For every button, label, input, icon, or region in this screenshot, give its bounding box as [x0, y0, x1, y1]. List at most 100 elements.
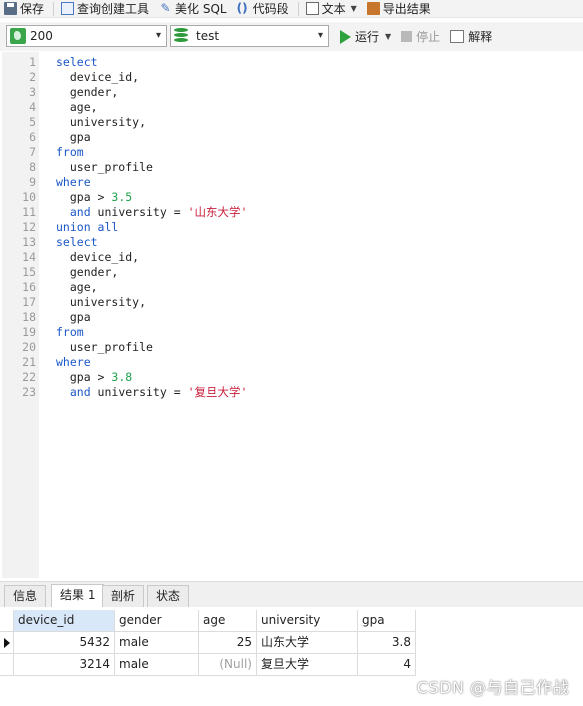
- tab-status[interactable]: 状态: [147, 585, 190, 607]
- line-number: 1: [29, 55, 36, 69]
- code-line[interactable]: 21 where: [0, 355, 583, 370]
- tab-info[interactable]: 信息: [4, 585, 47, 607]
- code-line[interactable]: 17 university,: [0, 295, 583, 310]
- code-line[interactable]: 19 from: [0, 325, 583, 340]
- column-header-gender[interactable]: gender: [115, 610, 199, 632]
- code-line[interactable]: 2 device_id,: [0, 70, 583, 85]
- database-value: test: [196, 29, 220, 43]
- code-text: from: [56, 325, 84, 340]
- code-text: user_profile: [56, 160, 153, 175]
- line-number: 5: [29, 115, 36, 129]
- cell-gender[interactable]: male: [115, 632, 199, 654]
- text-label: 文本: [321, 2, 346, 16]
- column-header-university[interactable]: university: [257, 610, 358, 632]
- cell-device-id[interactable]: 5432: [14, 632, 115, 654]
- sql-keyword: and: [56, 385, 91, 399]
- line-number: 23: [22, 385, 36, 399]
- column-header-gpa[interactable]: gpa: [358, 610, 416, 632]
- code-line[interactable]: 20 user_profile: [0, 340, 583, 355]
- sql-string: '山东大学': [187, 205, 248, 219]
- cell-gender[interactable]: male: [115, 654, 199, 676]
- explain-icon: [450, 30, 465, 43]
- main-toolbar: 保存 查询创建工具 ✎ 美化 SQL () 代码段 文本 ▼ 导出结果: [0, 0, 583, 18]
- code-line[interactable]: 9 where: [0, 175, 583, 190]
- beautify-sql-label: 美化 SQL: [175, 2, 227, 16]
- cell-gpa[interactable]: 3.8: [358, 632, 416, 654]
- line-number: 14: [22, 250, 36, 264]
- cell-age-null[interactable]: (Null): [199, 654, 257, 676]
- code-line[interactable]: 13 select: [0, 235, 583, 250]
- cell-university[interactable]: 山东大学: [257, 632, 358, 654]
- code-line[interactable]: 5 university,: [0, 115, 583, 130]
- watermark: CSDN @与自己作战: [416, 678, 569, 697]
- code-line[interactable]: 8 user_profile: [0, 160, 583, 175]
- line-number: 10: [22, 190, 36, 204]
- sql-editor[interactable]: 1 select 2 device_id, 3 gender, 4 age, 5 univ…: [0, 52, 583, 578]
- current-row-arrow-icon: [4, 638, 10, 648]
- code-text: age,: [56, 100, 98, 115]
- code-text: union all: [56, 220, 118, 235]
- code-line[interactable]: 1 select: [0, 55, 583, 70]
- cell-device-id[interactable]: 3214: [14, 654, 115, 676]
- export-results-label: 导出结果: [382, 2, 431, 16]
- line-number: 7: [29, 145, 36, 159]
- code-line[interactable]: 15 gender,: [0, 265, 583, 280]
- code-line[interactable]: 11 and university = '山东大学': [0, 205, 583, 220]
- code-snippet-label: 代码段: [252, 2, 289, 16]
- line-number: 21: [22, 355, 36, 369]
- code-line[interactable]: 3 gender,: [0, 85, 583, 100]
- cell-age[interactable]: 25: [199, 632, 257, 654]
- database-select[interactable]: test ▾: [170, 25, 329, 47]
- stop-button[interactable]: 停止: [416, 28, 440, 45]
- code-text: and university = '山东大学': [56, 205, 248, 220]
- code-line[interactable]: 7 from: [0, 145, 583, 160]
- cell-university[interactable]: 复旦大学: [257, 654, 358, 676]
- code-text: gpa: [56, 310, 91, 325]
- export-icon: [366, 2, 380, 15]
- column-header-device-id[interactable]: device_id: [14, 610, 115, 632]
- code-snippet-button[interactable]: () 代码段: [233, 0, 295, 17]
- table-row[interactable]: 5432 male 25 山东大学 3.8: [0, 632, 420, 654]
- line-number: 20: [22, 340, 36, 354]
- code-line[interactable]: 10 gpa > 3.5: [0, 190, 583, 205]
- table-row[interactable]: 3214 male (Null) 复旦大学 4: [0, 654, 420, 676]
- code-line[interactable]: 23 and university = '复旦大学': [0, 385, 583, 400]
- line-number: 19: [22, 325, 36, 339]
- code-line[interactable]: 12 union all: [0, 220, 583, 235]
- code-line[interactable]: 14 device_id,: [0, 250, 583, 265]
- export-results-button[interactable]: 导出结果: [363, 0, 437, 17]
- chevron-down-icon[interactable]: ▼: [385, 32, 391, 41]
- column-header-age[interactable]: age: [199, 610, 257, 632]
- tab-profile[interactable]: 剖析: [102, 585, 145, 607]
- code-text: gpa > 3.8: [56, 370, 132, 385]
- sql-identifier: age,: [56, 100, 98, 114]
- query-builder-button[interactable]: 查询创建工具: [57, 0, 155, 17]
- code-line[interactable]: 18 gpa: [0, 310, 583, 325]
- sql-identifier: user_profile: [56, 160, 153, 174]
- text-button[interactable]: 文本 ▼: [302, 0, 363, 17]
- beautify-sql-button[interactable]: ✎ 美化 SQL: [155, 0, 233, 17]
- result-tabs: 信息 结果 1 剖析 状态: [0, 581, 583, 608]
- sql-identifier: device_id,: [56, 70, 140, 84]
- run-button[interactable]: 运行: [355, 28, 379, 45]
- code-line[interactable]: 6 gpa: [0, 130, 583, 145]
- database-icon: [174, 28, 188, 44]
- sql-identifier: gpa: [56, 130, 91, 144]
- sql-keyword: and: [56, 205, 91, 219]
- code-line[interactable]: 4 age,: [0, 100, 583, 115]
- sql-identifier: gpa >: [56, 190, 112, 204]
- code-text: where: [56, 355, 91, 370]
- explain-button[interactable]: 解释: [468, 28, 492, 45]
- line-number: 16: [22, 280, 36, 294]
- cell-gpa[interactable]: 4: [358, 654, 416, 676]
- tab-result-1[interactable]: 结果 1: [51, 584, 105, 608]
- connection-select[interactable]: 200 ▾: [6, 25, 167, 47]
- sql-keyword: select: [56, 55, 98, 69]
- save-button[interactable]: 保存: [0, 0, 50, 17]
- code-line[interactable]: 22 gpa > 3.8: [0, 370, 583, 385]
- sql-identifier: gender,: [56, 265, 119, 279]
- row-indicator[interactable]: [0, 654, 14, 676]
- sql-string: '复旦大学': [187, 385, 248, 399]
- code-line[interactable]: 16 age,: [0, 280, 583, 295]
- row-indicator[interactable]: [0, 632, 14, 654]
